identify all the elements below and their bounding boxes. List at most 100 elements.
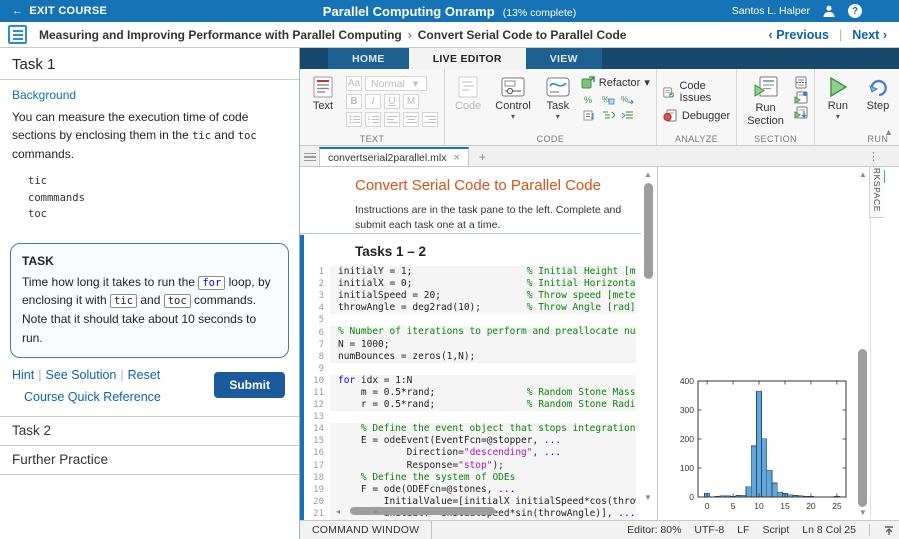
reset-link[interactable]: Reset xyxy=(128,368,161,382)
bullet-list-icon xyxy=(346,112,362,127)
uncomment-icon[interactable]: % xyxy=(619,92,636,106)
hint-link[interactable]: Hint xyxy=(12,368,34,382)
editor-vertical-scrollbar[interactable]: ▲ ▼ xyxy=(641,167,656,520)
code-sample-line: commmands xyxy=(28,190,299,207)
code-line: 2initialX = 0; % Initial Horizontal Posi… xyxy=(300,278,641,290)
background-link[interactable]: Background xyxy=(0,80,299,106)
help-icon[interactable]: ? xyxy=(848,4,862,18)
course-progress: (13% complete) xyxy=(503,7,577,19)
submit-button[interactable]: Submit xyxy=(214,372,285,398)
step-button[interactable]: Step xyxy=(861,74,895,132)
code-line: 8numBounces = zeros(1,N); xyxy=(300,351,641,363)
editor-scroll-thumb[interactable] xyxy=(644,183,653,279)
task2-header[interactable]: Task 2 xyxy=(0,417,299,446)
see-solution-link[interactable]: See Solution xyxy=(45,368,116,382)
output-scroll-up-icon[interactable]: ▲ xyxy=(859,170,867,179)
output-scroll-down-icon[interactable]: ▼ xyxy=(859,508,867,517)
svg-text:100: 100 xyxy=(680,463,694,473)
run-dropdown-caret: ▾ xyxy=(836,114,840,119)
refactor-button[interactable]: Refactor ▾ xyxy=(581,76,650,89)
comment-selection-icon[interactable]: % xyxy=(600,92,617,106)
text-style-icon: Aa xyxy=(346,76,362,91)
code-line: 1initialY = 1; % Initial Height [m] xyxy=(300,266,641,278)
run-to-end-icon[interactable] xyxy=(794,106,808,119)
toolstrip-tab-live-editor[interactable]: LIVE EDITOR xyxy=(409,48,526,69)
page-navigation: ‹ Previous | Next › xyxy=(769,28,887,42)
output-vertical-scrollbar[interactable]: ▲ ▼ xyxy=(856,167,870,520)
svg-text:%: % xyxy=(621,95,628,104)
run-button[interactable]: Run ▾ xyxy=(821,74,855,132)
code-icon xyxy=(456,76,480,98)
scroll-right-icon[interactable]: ▸ xyxy=(374,507,378,516)
next-button[interactable]: Next › xyxy=(852,28,887,42)
editor-tab-convertserial2parallel[interactable]: convertserial2parallel.mlx × xyxy=(319,147,469,166)
new-tab-icon[interactable]: + xyxy=(469,150,496,166)
horizontal-scroll-thumb[interactable] xyxy=(350,507,495,515)
underline-icon: U xyxy=(384,94,400,109)
previous-button[interactable]: ‹ Previous xyxy=(769,28,829,42)
section-break-rule xyxy=(300,233,641,234)
smart-indent-icon[interactable] xyxy=(600,108,617,122)
scroll-left-icon[interactable]: ◂ xyxy=(336,507,340,516)
task-actions: Hint|See Solution|Reset Course Quick Ref… xyxy=(0,358,299,416)
collapse-panel-icon[interactable] xyxy=(883,525,895,536)
editor-tab-title: convertserial2parallel.mlx xyxy=(328,152,446,164)
code-issues-button[interactable]: Code Issues xyxy=(663,80,730,104)
insert-text-button[interactable]: Text xyxy=(306,74,340,132)
tasks-heading: Tasks 1 – 2 xyxy=(355,244,426,259)
control-icon xyxy=(500,76,526,98)
live-editor-document[interactable]: Convert Serial Code to Parallel Code Ins… xyxy=(300,167,641,520)
increase-indent-icon[interactable] xyxy=(619,108,636,122)
section-break-icon[interactable] xyxy=(794,76,808,89)
breadcrumb-course[interactable]: Measuring and Improving Performance with… xyxy=(39,28,402,42)
svg-text:20: 20 xyxy=(806,501,816,511)
further-practice-header[interactable]: Further Practice xyxy=(0,446,299,475)
section-label-text: TEXT xyxy=(300,134,444,144)
code-line: 4throwAngle = deg2rad(10); % Throw Angle… xyxy=(300,302,641,314)
course-menu-icon[interactable] xyxy=(8,25,27,44)
exit-course-button[interactable]: ← EXIT COURSE xyxy=(0,0,119,22)
toolstrip-section-section: Run Section SECTION xyxy=(737,69,815,145)
output-scroll-thumb[interactable] xyxy=(858,349,867,507)
apps-grid-icon[interactable] xyxy=(874,4,889,19)
panel-kebab-menu-icon[interactable]: ⋮ xyxy=(868,150,879,163)
text-style-dropdown: Normal▾ xyxy=(365,76,427,91)
output-panel: 05101520250100200300400 xyxy=(658,167,856,520)
insert-task-button[interactable]: Task ▾ xyxy=(541,74,575,132)
workspace-collapsed-tab[interactable]: WORKSPACE xyxy=(869,167,884,218)
refactor-dropdown-caret: ▾ xyxy=(644,76,650,89)
line-number: 1 xyxy=(300,267,330,277)
insert-control-button[interactable]: Control ▾ xyxy=(491,74,534,132)
svg-text:10: 10 xyxy=(754,501,764,511)
user-account-icon[interactable] xyxy=(822,4,836,18)
toolstrip-tab-view[interactable]: VIEW xyxy=(526,48,602,69)
step-icon xyxy=(866,76,890,98)
code-line: 14 % Define the event object that stops … xyxy=(300,423,641,435)
editor-horizontal-scrollbar[interactable]: ◂ ▸ xyxy=(336,505,378,517)
debugger-button[interactable]: Debugger xyxy=(663,109,730,122)
line-number: 9 xyxy=(300,364,330,374)
code-line: 3initialSpeed = 20; % Throw speed [meter… xyxy=(300,290,641,302)
scroll-up-icon[interactable]: ▲ xyxy=(644,170,652,179)
wrap-comments-icon[interactable] xyxy=(581,108,598,122)
command-window-tab[interactable]: COMMAND WINDOW xyxy=(300,521,432,539)
breadcrumb-bar: Measuring and Improving Performance with… xyxy=(0,22,899,48)
breadcrumb-page: Convert Serial Code to Parallel Code xyxy=(418,28,627,42)
code-editor-lines[interactable]: 1initialY = 1; % Initial Height [m]2init… xyxy=(300,266,641,520)
task-icon xyxy=(545,76,571,98)
line-number: 4 xyxy=(300,303,330,313)
exit-course-label: EXIT COURSE xyxy=(29,5,107,17)
histogram-figure[interactable]: 05101520250100200300400 xyxy=(670,375,850,517)
close-tab-icon[interactable]: × xyxy=(453,152,459,164)
section-label-code: CODE xyxy=(445,134,656,144)
line-number: 19 xyxy=(300,485,330,495)
task1-header[interactable]: Task 1 xyxy=(0,48,299,79)
run-and-advance-icon[interactable] xyxy=(794,91,808,104)
toolstrip-collapse-icon[interactable]: ▲ xyxy=(884,127,893,137)
run-section-button[interactable]: Run Section xyxy=(743,74,788,132)
scroll-down-icon[interactable]: ▼ xyxy=(644,493,652,502)
document-list-icon[interactable] xyxy=(304,151,316,163)
svg-text:5: 5 xyxy=(731,501,736,511)
toolstrip-tab-home[interactable]: HOME xyxy=(328,48,409,69)
comment-icon[interactable]: % xyxy=(581,92,598,106)
